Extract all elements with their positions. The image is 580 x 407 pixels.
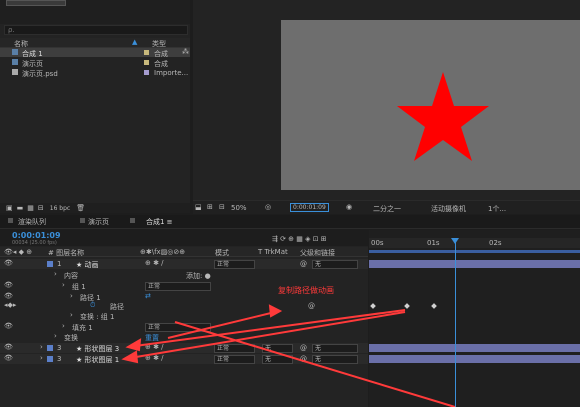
arrowhead (125, 338, 142, 352)
arrowhead (268, 304, 283, 318)
arrow-line (174, 321, 456, 407)
arrowhead (121, 350, 139, 364)
annotation-arrows (121, 304, 456, 407)
